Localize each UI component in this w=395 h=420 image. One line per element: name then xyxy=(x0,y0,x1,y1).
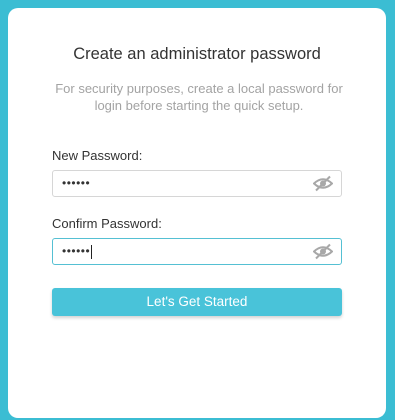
page-subtitle: For security purposes, create a local pa… xyxy=(55,81,343,113)
new-password-value: •••••• xyxy=(62,176,91,190)
eye-off-icon[interactable] xyxy=(312,175,334,192)
confirm-password-value: •••••• xyxy=(62,244,93,259)
page-title: Create an administrator password xyxy=(73,45,321,63)
eye-off-icon[interactable] xyxy=(312,243,334,260)
confirm-password-label: Confirm Password: xyxy=(52,216,162,231)
new-password-label: New Password: xyxy=(52,148,143,163)
text-caret xyxy=(91,244,93,259)
password-setup-card: Create an administrator password For sec… xyxy=(8,8,386,418)
new-password-field[interactable]: •••••• xyxy=(52,170,342,197)
confirm-password-field[interactable]: •••••• xyxy=(52,238,342,265)
get-started-button[interactable]: Let's Get Started xyxy=(52,288,342,316)
